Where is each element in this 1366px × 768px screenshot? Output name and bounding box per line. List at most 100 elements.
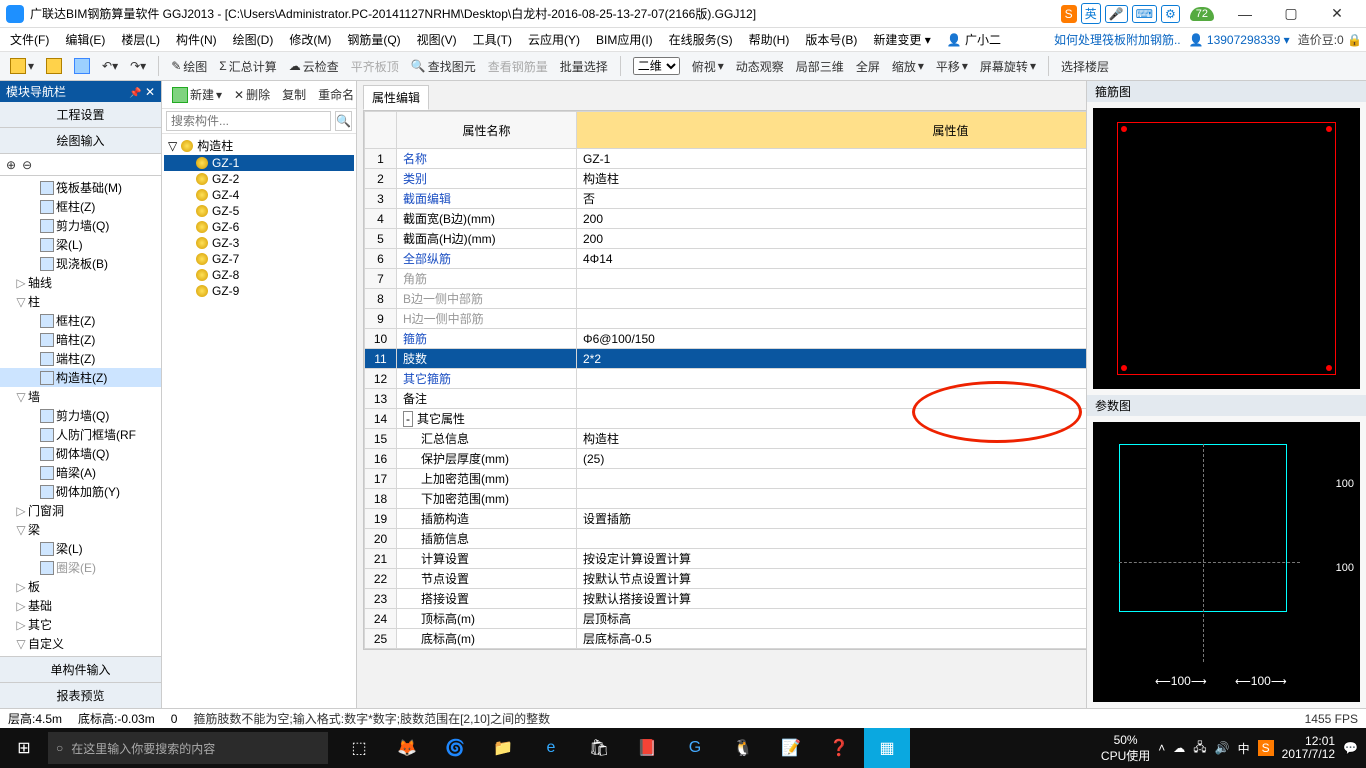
nav-tree-item[interactable]: 梁(L) <box>0 539 161 558</box>
tray-notif-icon[interactable]: 💬 <box>1343 741 1358 755</box>
tray-vol-icon[interactable]: 🔊 <box>1215 741 1230 755</box>
nav-tree-item[interactable]: 暗柱(Z) <box>0 330 161 349</box>
rotate-screen-button[interactable]: 屏幕旋转▾ <box>976 56 1040 77</box>
open-button[interactable] <box>42 56 66 76</box>
start-button[interactable]: ⊞ <box>0 728 48 768</box>
nav-tree-item[interactable]: 暗梁(A) <box>0 463 161 482</box>
menu-online[interactable]: 在线服务(S) <box>663 29 739 50</box>
save-button[interactable] <box>70 56 94 76</box>
orbit-button[interactable]: 动态观察 <box>732 56 788 77</box>
nav-tree-item[interactable]: 剪力墙(Q) <box>0 216 161 235</box>
menu-cloud[interactable]: 云应用(Y) <box>522 29 586 50</box>
component-item[interactable]: GZ-2 <box>164 171 354 187</box>
comp-delete-button[interactable]: ✕删除 <box>230 84 274 105</box>
nav-tree-item[interactable]: ▽梁 <box>0 520 161 539</box>
faq-link[interactable]: 如何处理筏板附加钢筋.. <box>1054 31 1181 48</box>
search-input[interactable] <box>166 111 331 131</box>
nav-tree-item[interactable]: ▷轴线 <box>0 273 161 292</box>
nav-report-preview[interactable]: 报表预览 <box>0 682 161 708</box>
nav-tree-item[interactable]: 筏板基础(M) <box>0 178 161 197</box>
menu-draw[interactable]: 绘图(D) <box>227 29 280 50</box>
nav-tree-item[interactable]: 剪力墙(Q) <box>0 406 161 425</box>
nav-tree-item[interactable]: 端柱(Z) <box>0 349 161 368</box>
menu-view[interactable]: 视图(V) <box>411 29 463 50</box>
new-change-button[interactable]: 新建变更 ▾ <box>867 29 936 50</box>
task-icon[interactable]: 📕 <box>624 728 670 768</box>
tray-up-icon[interactable]: ˄ <box>1158 741 1165 755</box>
task-icon[interactable]: G <box>672 728 718 768</box>
nav-tree-item[interactable]: 框柱(Z) <box>0 197 161 216</box>
menu-edit[interactable]: 编辑(E) <box>59 29 111 50</box>
cpu-meter[interactable]: 50%CPU使用 <box>1101 733 1150 764</box>
task-icon[interactable]: 🌀 <box>432 728 478 768</box>
nav-tree-item[interactable]: ▷其它 <box>0 615 161 634</box>
task-icon[interactable]: 📝 <box>768 728 814 768</box>
tray-clock[interactable]: 12:012017/7/12 <box>1282 735 1335 761</box>
nav-single-input[interactable]: 单构件输入 <box>0 656 161 682</box>
user-label[interactable]: 👤 广小二 <box>941 29 1007 50</box>
component-item[interactable]: GZ-3 <box>164 235 354 251</box>
menu-rebar[interactable]: 钢筋量(Q) <box>341 29 406 50</box>
comp-copy-button[interactable]: 复制 <box>278 84 310 105</box>
redo-button[interactable]: ↷▾ <box>126 57 150 75</box>
menu-version[interactable]: 版本号(B) <box>799 29 863 50</box>
task-icon[interactable]: e <box>528 728 574 768</box>
view-mode-select[interactable]: 二维 <box>629 55 684 77</box>
nav-tree-item[interactable]: ▷基础 <box>0 596 161 615</box>
nav-tree-item[interactable]: ▷门窗洞 <box>0 501 161 520</box>
top-view-button[interactable]: 俯视▾ <box>688 56 728 77</box>
minimize-button[interactable]: — <box>1222 2 1268 26</box>
close-button[interactable]: ✕ <box>1314 2 1360 26</box>
component-item[interactable]: GZ-8 <box>164 267 354 283</box>
new-file-button[interactable]: ▾ <box>6 56 38 76</box>
nav-tree-item[interactable]: ▽墙 <box>0 387 161 406</box>
tray-net-icon[interactable]: 🖧 <box>1193 738 1206 759</box>
expand-icon[interactable]: ⊕ <box>6 158 16 172</box>
task-icon[interactable]: ❓ <box>816 728 862 768</box>
ime-indicator[interactable]: S英🎤⌨⚙ <box>1061 3 1180 24</box>
nav-tree-item[interactable]: ▽柱 <box>0 292 161 311</box>
menu-floor[interactable]: 楼层(L) <box>115 29 166 50</box>
component-root[interactable]: ▽构造柱 <box>164 136 354 155</box>
maximize-button[interactable]: ▢ <box>1268 2 1314 26</box>
nav-tree-item[interactable]: 现浇板(B) <box>0 254 161 273</box>
task-icon[interactable]: 🐧 <box>720 728 766 768</box>
task-icon[interactable]: 🛍 <box>576 728 622 768</box>
property-tab[interactable]: 属性编辑 <box>363 85 429 110</box>
component-item[interactable]: GZ-5 <box>164 203 354 219</box>
nav-tree-item[interactable]: 砌体加筋(Y) <box>0 482 161 501</box>
nav-tree-item[interactable]: 构造柱(Z) <box>0 368 161 387</box>
menu-tools[interactable]: 工具(T) <box>467 29 518 50</box>
search-button[interactable]: 🔍 <box>335 111 352 131</box>
menu-modify[interactable]: 修改(M) <box>283 29 337 50</box>
local-3d-button[interactable]: 局部三维 <box>792 56 848 77</box>
menu-bim[interactable]: BIM应用(I) <box>590 29 659 50</box>
collapse-icon[interactable]: ⊖ <box>22 158 32 172</box>
flush-top-button[interactable]: 平齐板顶 <box>347 56 403 77</box>
component-item[interactable]: GZ-6 <box>164 219 354 235</box>
fullscreen-button[interactable]: 全屏 <box>852 56 884 77</box>
task-icon[interactable]: ⬚ <box>336 728 382 768</box>
undo-button[interactable]: ↶▾ <box>98 57 122 75</box>
nav-tree-item[interactable]: 砌体墙(Q) <box>0 444 161 463</box>
menu-component[interactable]: 构件(N) <box>170 29 223 50</box>
component-item[interactable]: GZ-7 <box>164 251 354 267</box>
task-icon[interactable]: 🦊 <box>384 728 430 768</box>
menu-help[interactable]: 帮助(H) <box>743 29 796 50</box>
cortana-search[interactable]: ○ 在这里输入你要搜索的内容 <box>48 732 328 764</box>
cloud-check-button[interactable]: ☁ 云检查 <box>285 56 343 77</box>
nav-section-draw[interactable]: 绘图输入 <box>0 128 161 154</box>
zoom-button[interactable]: 缩放▾ <box>888 56 928 77</box>
draw-button[interactable]: ✎ 绘图 <box>167 56 211 77</box>
find-elem-button[interactable]: 🔍 查找图元 <box>407 56 480 77</box>
nav-tree-item[interactable]: 人防门框墙(RF <box>0 425 161 444</box>
task-icon[interactable]: ▦ <box>864 728 910 768</box>
tray-ime-icon[interactable]: 中 <box>1238 740 1250 757</box>
nav-tree-item[interactable]: 框柱(Z) <box>0 311 161 330</box>
nav-section-settings[interactable]: 工程设置 <box>0 102 161 128</box>
select-floor-button[interactable]: 选择楼层 <box>1057 56 1113 77</box>
pin-icon[interactable]: 📌 <box>129 88 141 99</box>
tray-cloud-icon[interactable]: ☁ <box>1173 741 1185 755</box>
account-label[interactable]: 👤 13907298339 ▾ <box>1189 33 1290 47</box>
nav-tree-item[interactable]: ▽自定义 <box>0 634 161 653</box>
